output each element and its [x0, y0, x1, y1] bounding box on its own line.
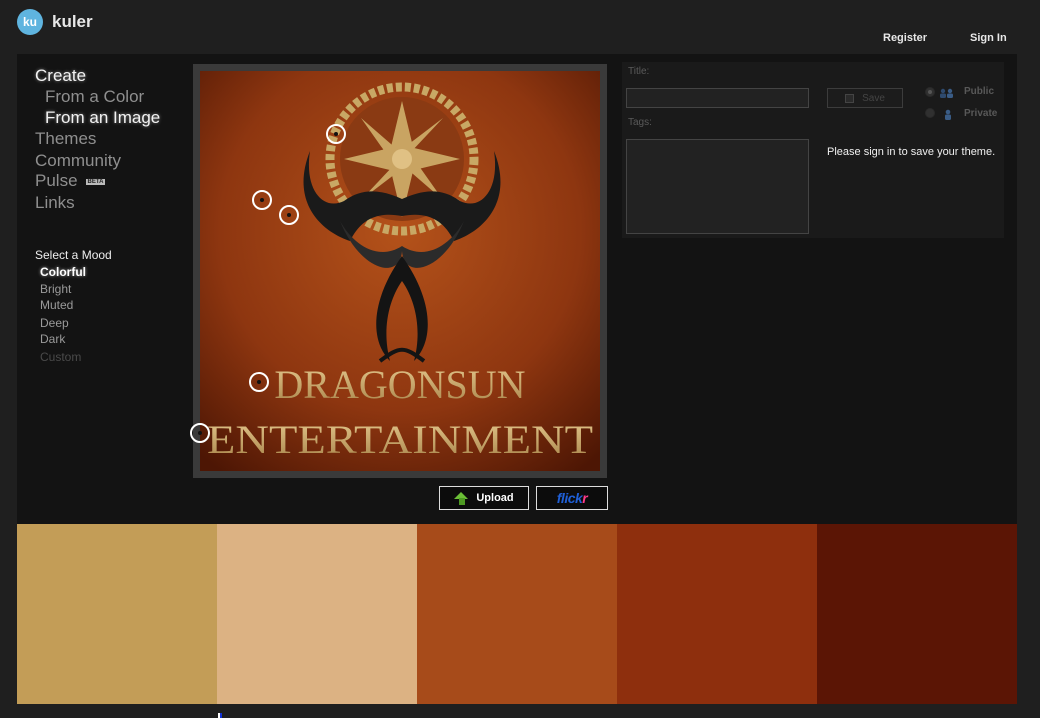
flickr-logo-b: r: [582, 490, 588, 506]
swatch-1[interactable]: [17, 524, 217, 704]
color-picker-5[interactable]: [190, 423, 210, 443]
logo-text: kuler: [52, 12, 93, 31]
swatch-5[interactable]: [817, 524, 1017, 704]
nav-themes[interactable]: Themes: [35, 129, 96, 149]
tags-input[interactable]: [626, 139, 809, 234]
source-image[interactable]: DRAGONSUN ENTERTAINMENT: [200, 71, 600, 471]
nav-pulse[interactable]: Pulse BETA: [35, 171, 106, 191]
swatch-4[interactable]: [617, 524, 817, 704]
nav-pulse-label: Pulse: [35, 171, 78, 190]
mood-custom: Custom: [40, 350, 82, 364]
kuler-app: ku kuler Register Sign In Create From a …: [0, 0, 1040, 718]
person-icon: [945, 109, 951, 120]
color-picker-2[interactable]: [252, 190, 272, 210]
signin-message: Please sign in to save your theme.: [827, 146, 996, 158]
color-picker-3[interactable]: [279, 205, 299, 225]
source-image-frame: DRAGONSUN ENTERTAINMENT: [190, 64, 607, 478]
mood-colorful[interactable]: Colorful: [40, 265, 86, 279]
private-label: Private: [964, 108, 998, 119]
logo-badge: ku: [17, 9, 43, 35]
mood-bright[interactable]: Bright: [40, 282, 71, 296]
tags-label: Tags:: [628, 117, 652, 128]
public-radio[interactable]: [925, 87, 935, 97]
color-picker-1[interactable]: [326, 124, 346, 144]
nav-links[interactable]: Links: [35, 193, 75, 213]
title-input[interactable]: [626, 88, 809, 108]
disk-icon: [845, 93, 855, 103]
nav-from-an-image[interactable]: From an Image: [45, 108, 160, 128]
nav-community[interactable]: Community: [35, 151, 121, 171]
mood-heading: Select a Mood: [35, 248, 112, 262]
theme-swatches: [17, 524, 1017, 704]
save-button-label: Save: [862, 92, 885, 104]
save-button[interactable]: Save: [827, 88, 903, 108]
main-panel: Create From a Color From an Image Themes…: [17, 54, 1017, 524]
footer-strip: [218, 713, 818, 718]
image-text-line2: ENTERTAINMENT: [207, 417, 593, 462]
nav-create[interactable]: Create: [35, 66, 86, 86]
flickr-logo-a: flick: [556, 490, 583, 506]
color-picker-4[interactable]: [249, 372, 269, 392]
image-text-line1: DRAGONSUN: [274, 362, 525, 407]
upload-arrow-stem: [459, 497, 466, 505]
title-label: Title:: [628, 66, 650, 77]
flickr-button[interactable]: flickr: [536, 486, 608, 510]
people-icon: [940, 88, 953, 98]
upload-button-label: Upload: [476, 492, 514, 504]
swatch-2[interactable]: [217, 524, 417, 704]
flickr-logo: flickr: [556, 490, 588, 506]
nav-from-a-color[interactable]: From a Color: [45, 87, 144, 107]
swatch-3[interactable]: [417, 524, 617, 704]
mood-dark[interactable]: Dark: [40, 332, 65, 346]
footer-marker: [218, 713, 222, 718]
private-radio[interactable]: [925, 108, 935, 118]
theme-form: Title: Tags: Save Public Private Please …: [622, 62, 1004, 238]
mood-muted[interactable]: Muted: [40, 298, 73, 312]
mood-deep[interactable]: Deep: [40, 316, 69, 330]
kuler-logo[interactable]: ku kuler: [17, 9, 93, 35]
upload-button[interactable]: Upload: [439, 486, 529, 510]
sign-in-link[interactable]: Sign In: [970, 32, 1007, 44]
public-label: Public: [964, 86, 995, 97]
register-link[interactable]: Register: [883, 32, 927, 44]
beta-badge: BETA: [85, 178, 106, 185]
